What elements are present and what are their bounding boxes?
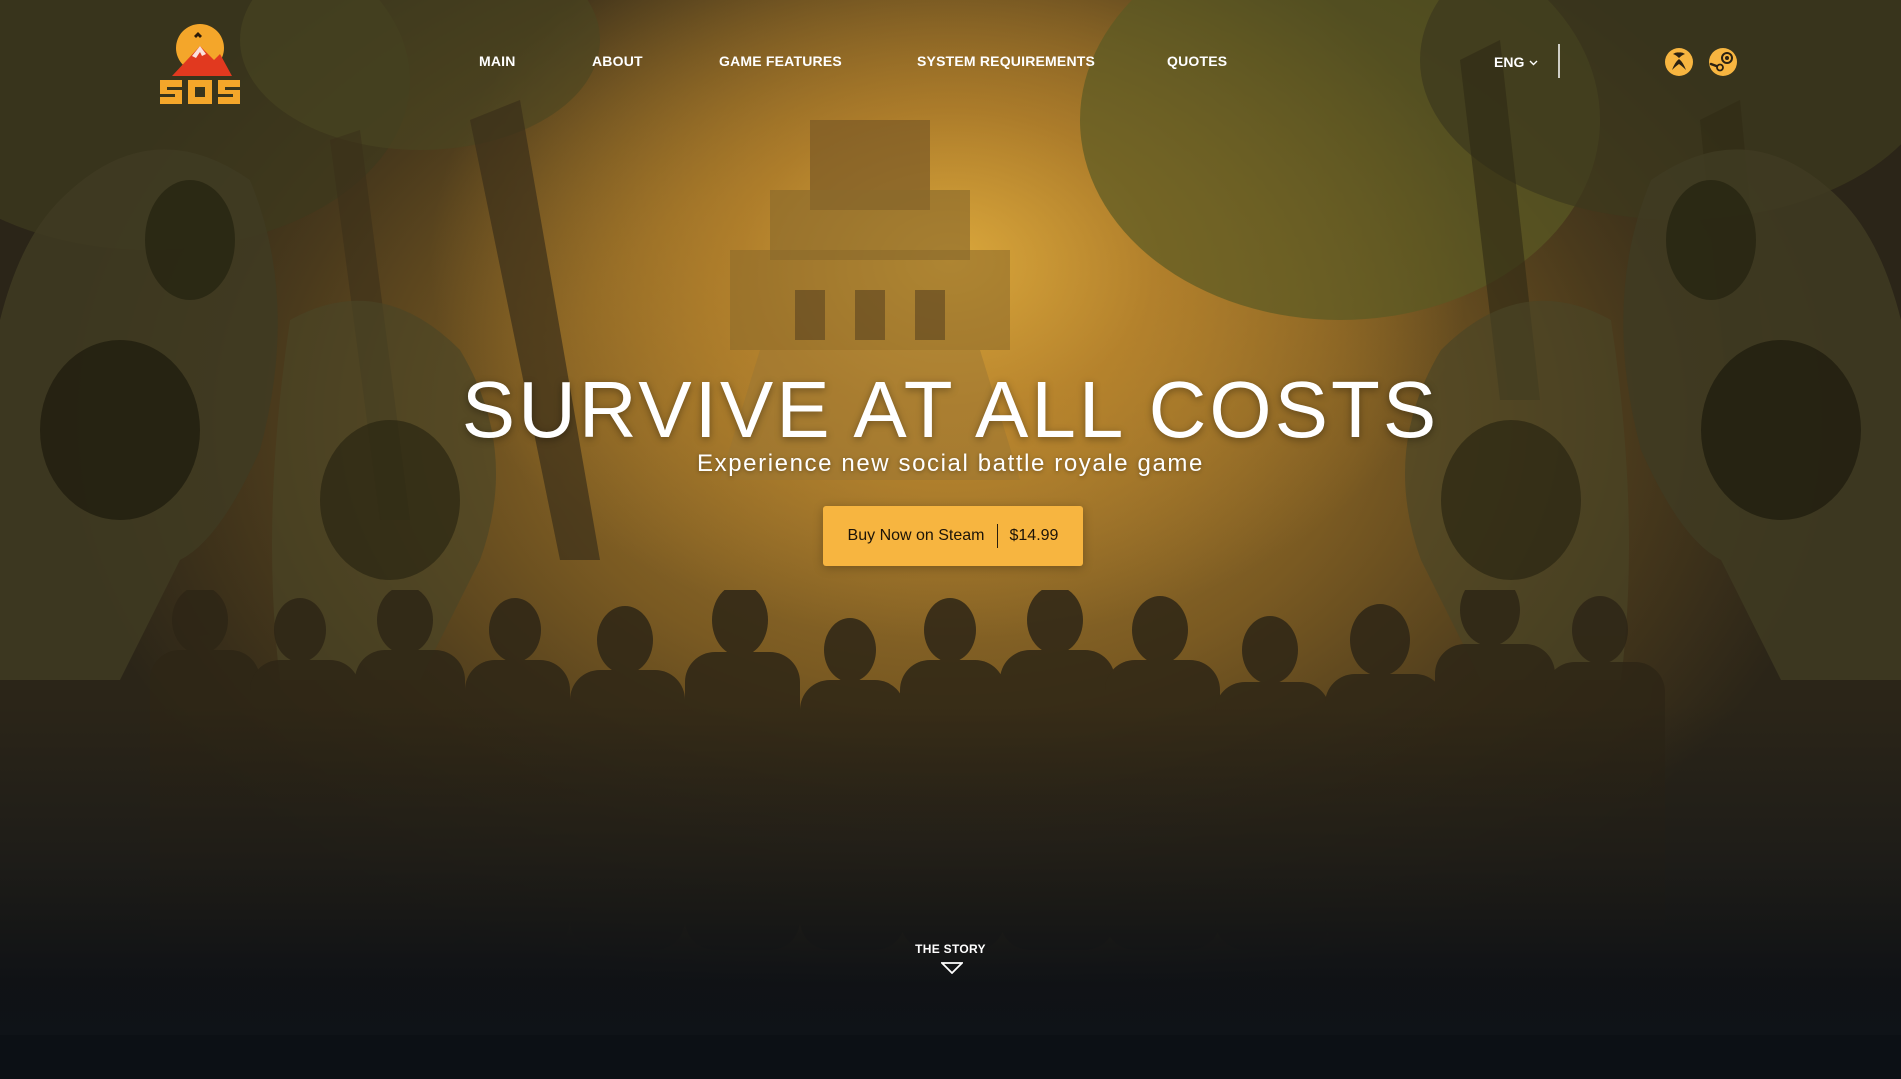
hero-fade-overlay [0, 705, 1901, 1035]
language-selector[interactable]: ENG [1494, 53, 1538, 70]
buy-button-label: Buy Now on Steam [847, 527, 985, 544]
header-divider [1558, 44, 1560, 78]
button-divider [996, 524, 998, 548]
nav-item-system-requirements[interactable]: SYSTEM REQUIREMENTS [917, 53, 1095, 69]
xbox-icon[interactable] [1664, 47, 1694, 77]
triangle-down-icon[interactable] [941, 962, 963, 974]
nav-item-quotes[interactable]: QUOTES [1167, 53, 1227, 69]
chevron-down-icon [1529, 53, 1538, 69]
sos-logo[interactable] [158, 18, 242, 106]
buy-now-button[interactable]: Buy Now on Steam $14.99 [823, 506, 1083, 566]
language-label: ENG [1494, 54, 1525, 70]
hero-subheadline: Experience new social battle royale game [697, 450, 1204, 477]
steam-icon[interactable] [1708, 47, 1738, 77]
the-story-link[interactable]: THE STORY [0, 942, 1901, 956]
price-label: $14.99 [1009, 527, 1059, 544]
nav-item-about[interactable]: ABOUT [592, 53, 643, 69]
hero-headline: SURVIVE AT ALL COSTS [461, 365, 1440, 454]
nav-item-main[interactable]: MAIN [479, 53, 516, 69]
nav-item-game-features[interactable]: GAME FEATURES [719, 53, 842, 69]
next-section-strip [0, 1035, 1901, 1079]
